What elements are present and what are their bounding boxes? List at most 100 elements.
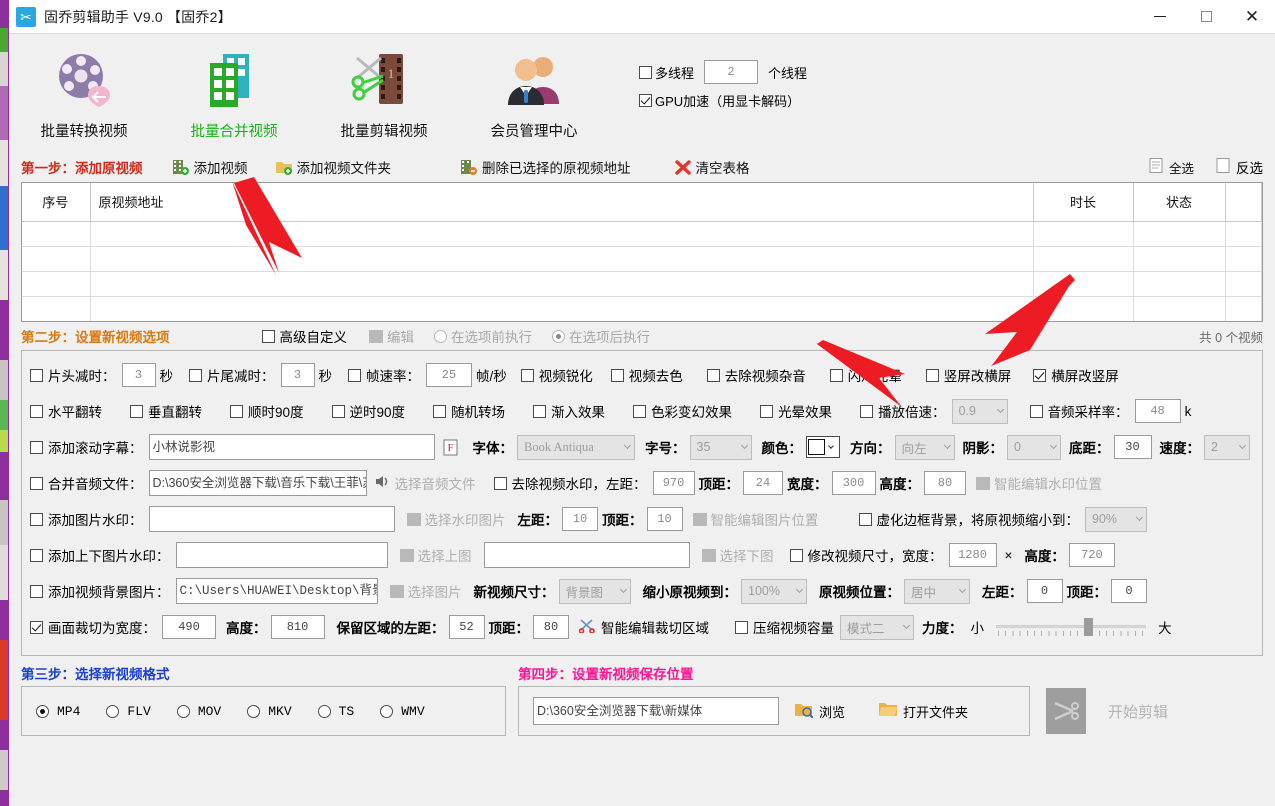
edit-button[interactable]: 编辑 — [369, 326, 414, 346]
choose-bottom-image-button[interactable]: 选择下图 — [702, 545, 774, 565]
format-flv[interactable]: FLV — [106, 704, 150, 719]
select-all-button[interactable]: 全选 — [1149, 158, 1194, 177]
compress-checkbox[interactable]: 压缩视频容量 — [735, 617, 834, 637]
rotate-cw-checkbox[interactable]: 顺时90度 — [230, 401, 304, 421]
hflip-checkbox[interactable]: 水平翻转 — [30, 401, 102, 421]
watermark-height-input[interactable]: 80 — [924, 471, 966, 495]
format-mov[interactable]: MOV — [177, 704, 221, 719]
close-button[interactable]: ✕ — [1229, 0, 1275, 34]
shadow-select[interactable]: 0 — [1007, 435, 1061, 460]
format-ts[interactable]: TS — [318, 704, 355, 719]
strength-slider[interactable] — [996, 618, 1146, 636]
image-watermark-input[interactable] — [149, 506, 395, 532]
choose-background-image-button[interactable]: 选择图片 — [390, 581, 462, 601]
start-button-label[interactable]: 开始剪辑 — [1108, 701, 1168, 722]
bottom-image-input[interactable] — [484, 542, 690, 568]
run-before-radio[interactable]: 在选项前执行 — [434, 326, 532, 346]
remove-watermark-checkbox[interactable]: 去除视频水印，左距： — [494, 473, 647, 493]
invert-selection-button[interactable]: 反选 — [1216, 157, 1263, 177]
vflip-checkbox[interactable]: 垂直翻转 — [130, 401, 202, 421]
blur-shrink-select[interactable]: 90% — [1085, 507, 1147, 532]
scroll-subtitle-checkbox[interactable]: 添加滚动字幕： — [30, 437, 143, 457]
bottom-gap-input[interactable]: 30 — [1114, 435, 1152, 459]
advanced-custom-checkbox[interactable]: 高级自定义 — [262, 326, 348, 346]
image-left-input[interactable]: 10 — [562, 507, 598, 531]
tool-batch-merge[interactable]: 批量合并视频 — [159, 44, 309, 141]
resize-video-checkbox[interactable]: 修改视频尺寸，宽度： — [790, 545, 943, 565]
add-folder-button[interactable]: 添加视频文件夹 — [276, 157, 392, 177]
compress-mode-select[interactable]: 模式二 — [840, 615, 914, 640]
horizontal-to-vertical-checkbox[interactable]: 横屏改竖屏 — [1033, 365, 1119, 385]
maximize-button[interactable] — [1183, 0, 1229, 34]
sharpen-checkbox[interactable]: 视频锐化 — [521, 365, 593, 385]
table-row[interactable] — [22, 221, 1262, 246]
minimize-button[interactable] — [1137, 0, 1183, 34]
new-size-select[interactable]: 背景图 — [559, 579, 631, 604]
smart-crop-button[interactable]: 智能编辑裁切区域 — [579, 617, 709, 637]
image-watermark-checkbox[interactable]: 添加图片水印： — [30, 509, 143, 529]
watermark-top-input[interactable]: 24 — [743, 471, 783, 495]
flicker-checkbox[interactable]: 闪烁光晕 — [830, 365, 902, 385]
font-select[interactable]: Book Antiqua — [517, 435, 635, 460]
video-list-table[interactable]: 序号 原视频地址 时长 状态 — [21, 182, 1263, 322]
vertical-to-horizontal-checkbox[interactable]: 竖屏改横屏 — [926, 365, 1012, 385]
shrink-select[interactable]: 100% — [741, 579, 807, 604]
watermark-width-input[interactable]: 300 — [832, 471, 876, 495]
color-picker-button[interactable] — [806, 436, 840, 458]
resize-width-input[interactable]: 1280 — [949, 543, 997, 567]
scroll-subtitle-input[interactable]: 小林说影视 — [149, 434, 435, 460]
play-speed-select[interactable]: 0.9 — [952, 399, 1008, 424]
denoise-checkbox[interactable]: 去除视频杂音 — [707, 365, 806, 385]
color-shift-checkbox[interactable]: 色彩变幻效果 — [633, 401, 732, 421]
fade-in-checkbox[interactable]: 渐入效果 — [533, 401, 605, 421]
rotate-ccw-checkbox[interactable]: 逆时90度 — [332, 401, 406, 421]
tail-trim-checkbox[interactable]: 片尾减时： — [189, 365, 275, 385]
crop-width-input[interactable]: 490 — [162, 615, 216, 639]
glow-checkbox[interactable]: 光晕效果 — [760, 401, 832, 421]
smart-image-position-button[interactable]: 智能编辑图片位置 — [693, 509, 819, 529]
merge-audio-checkbox[interactable]: 合并音频文件： — [30, 473, 143, 493]
subtitle-speed-select[interactable]: 2 — [1204, 435, 1250, 460]
top-image-input[interactable] — [176, 542, 388, 568]
slider-knob[interactable] — [1084, 618, 1093, 636]
watermark-left-input[interactable]: 970 — [653, 471, 695, 495]
resize-height-input[interactable]: 720 — [1069, 543, 1115, 567]
browse-button[interactable]: 浏览 — [795, 702, 845, 721]
save-path-input[interactable]: D:\360安全浏览器下载\新媒体 — [533, 697, 779, 725]
image-top-input[interactable]: 10 — [647, 507, 683, 531]
smart-watermark-button[interactable]: 智能编辑水印位置 — [976, 473, 1102, 493]
bg-top-input[interactable]: 0 — [1111, 579, 1147, 603]
head-trim-input[interactable]: 3 — [122, 363, 156, 387]
blur-background-checkbox[interactable]: 虚化边框背景，将原视频缩小到： — [859, 509, 1080, 529]
background-image-input[interactable]: C:\Users\HUAWEI\Desktop\背景图片 — [176, 578, 378, 604]
bg-left-input[interactable]: 0 — [1027, 579, 1063, 603]
play-speed-checkbox[interactable]: 播放倍速： — [860, 401, 946, 421]
direction-select[interactable]: 向左 — [895, 435, 955, 460]
samplerate-input[interactable]: 48 — [1135, 399, 1181, 423]
choose-watermark-image-button[interactable]: 选择水印图片 — [407, 509, 506, 529]
keep-top-input[interactable]: 80 — [533, 615, 569, 639]
background-image-checkbox[interactable]: 添加视频背景图片： — [30, 581, 170, 601]
samplerate-checkbox[interactable]: 音频采样率： — [1030, 401, 1129, 421]
add-video-button[interactable]: 添加视频 — [173, 157, 248, 177]
tool-batch-convert[interactable]: 批量转换视频 — [9, 44, 159, 141]
table-row[interactable] — [22, 271, 1262, 296]
decolor-checkbox[interactable]: 视频去色 — [611, 365, 683, 385]
font-size-select[interactable]: 35 — [690, 435, 752, 460]
format-wmv[interactable]: WMV — [380, 704, 424, 719]
tool-batch-cut[interactable]: 1 批量剪辑视频 — [309, 44, 459, 141]
random-transition-checkbox[interactable]: 随机转场 — [433, 401, 505, 421]
table-row[interactable] — [22, 246, 1262, 271]
clear-table-button[interactable]: 清空表格 — [675, 157, 750, 177]
framerate-checkbox[interactable]: 帧速率： — [348, 365, 420, 385]
thread-count-input[interactable]: 2 — [704, 60, 758, 84]
crop-checkbox[interactable]: 画面裁切为宽度： — [30, 617, 156, 637]
merge-audio-input[interactable]: D:\360安全浏览器下载\音乐下载\王菲\苏 — [149, 470, 367, 496]
multithread-checkbox[interactable] — [639, 66, 652, 79]
keep-left-input[interactable]: 52 — [449, 615, 485, 639]
start-scissors-icon[interactable] — [1046, 688, 1086, 734]
topbottom-watermark-checkbox[interactable]: 添加上下图片水印： — [30, 545, 170, 565]
position-select[interactable]: 居中 — [904, 579, 970, 604]
tail-trim-input[interactable]: 3 — [281, 363, 315, 387]
format-mp4[interactable]: MP4 — [36, 704, 80, 719]
